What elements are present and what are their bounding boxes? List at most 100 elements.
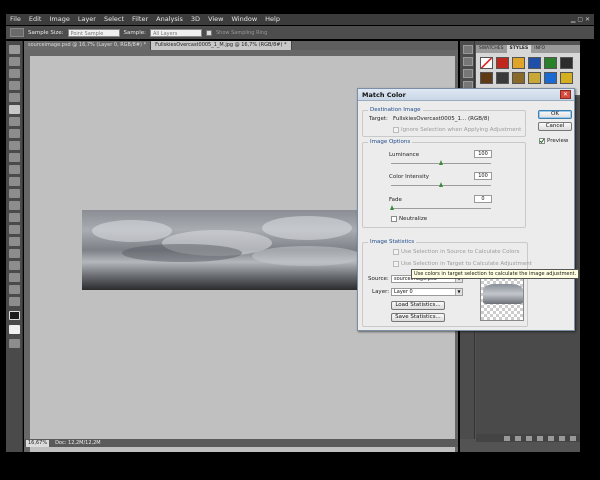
screen: File Edit Image Layer Select Filter Anal… xyxy=(0,0,600,480)
menu-window[interactable]: Window xyxy=(228,14,262,25)
marquee-tool-icon[interactable] xyxy=(9,57,20,66)
new-layer-icon[interactable] xyxy=(559,435,565,441)
fx-icon[interactable] xyxy=(515,435,521,441)
style-swatch[interactable] xyxy=(560,57,573,69)
taskbar xyxy=(0,452,600,480)
menu-select[interactable]: Select xyxy=(100,14,128,25)
layer-select[interactable]: Layer 0 ▼ xyxy=(391,288,463,296)
sample-select[interactable]: All Layers xyxy=(150,28,202,37)
dialog-titlebar[interactable]: Match Color ✕ xyxy=(358,89,574,101)
type-tool-icon[interactable] xyxy=(9,225,20,234)
image-statistics-group-title: Image Statistics xyxy=(368,239,417,245)
style-swatch[interactable] xyxy=(480,72,493,84)
adjustment-icon[interactable] xyxy=(537,435,543,441)
healing-tool-icon[interactable] xyxy=(9,117,20,126)
crop-tool-icon[interactable] xyxy=(9,93,20,102)
style-swatch[interactable] xyxy=(560,72,573,84)
ignore-selection-label: Ignore Selection when Applying Adjustmen… xyxy=(401,127,522,133)
sky-image xyxy=(82,210,382,290)
source-preview-thumbnail xyxy=(480,277,524,321)
dodge-tool-icon[interactable] xyxy=(9,201,20,210)
shape-tool-icon[interactable] xyxy=(9,249,20,258)
quick-mask-icon[interactable] xyxy=(9,339,20,348)
tab-swatches[interactable]: SWATCHES xyxy=(476,45,507,53)
hand-tool-icon[interactable] xyxy=(9,285,20,294)
tab-sourceimage[interactable]: sourceimage.psd @ 16,7% (Layer 0, RGB/8#… xyxy=(24,41,152,50)
3d-orbit-tool-icon[interactable] xyxy=(9,273,20,282)
style-swatch[interactable] xyxy=(512,72,525,84)
menu-analysis[interactable]: Analysis xyxy=(152,14,187,25)
tooltip: Use colors in target selection to calcul… xyxy=(411,269,580,279)
zoom-tool-icon[interactable] xyxy=(9,297,20,306)
3d-rotate-tool-icon[interactable] xyxy=(9,261,20,270)
menu-image[interactable]: Image xyxy=(45,14,73,25)
clone-stamp-tool-icon[interactable] xyxy=(9,141,20,150)
menu-view[interactable]: View xyxy=(204,14,227,25)
trash-icon[interactable] xyxy=(570,435,576,441)
pen-tool-icon[interactable] xyxy=(9,213,20,222)
tab-info[interactable]: INFO xyxy=(531,45,548,53)
panel-toggle-icon[interactable] xyxy=(463,69,473,78)
use-source-selection-checkbox[interactable] xyxy=(393,249,399,255)
blur-tool-icon[interactable] xyxy=(9,189,20,198)
close-icon[interactable]: ✕ xyxy=(560,90,571,99)
zoom-level[interactable]: 16,67% xyxy=(26,439,50,447)
tab-styles[interactable]: STYLES xyxy=(506,45,532,53)
eyedropper-tool-icon[interactable] xyxy=(9,105,20,114)
neutralize-checkbox[interactable] xyxy=(391,216,397,222)
use-target-selection-checkbox[interactable] xyxy=(393,261,399,267)
eyedropper-preset-icon[interactable] xyxy=(10,28,24,37)
history-brush-tool-icon[interactable] xyxy=(9,153,20,162)
style-swatch[interactable] xyxy=(496,72,509,84)
style-swatch[interactable] xyxy=(512,57,525,69)
quick-select-tool-icon[interactable] xyxy=(9,81,20,90)
window-controls[interactable]: ▁ ▢ ✕ xyxy=(571,14,590,25)
preview-checkbox[interactable] xyxy=(539,138,545,144)
menu-help[interactable]: Help xyxy=(261,14,284,25)
style-swatch[interactable] xyxy=(480,57,493,69)
tab-fullskies[interactable]: FullskiesOvercast0005_1_M.jpg @ 16,7% (R… xyxy=(151,41,292,50)
menu-filter[interactable]: Filter xyxy=(128,14,152,25)
sample-size-select[interactable]: Point Sample xyxy=(67,28,120,37)
style-swatch[interactable] xyxy=(528,72,541,84)
panel-toggle-icon[interactable] xyxy=(463,45,473,54)
ok-button[interactable]: OK xyxy=(538,110,572,119)
luminance-input[interactable]: 100 xyxy=(474,150,492,158)
fade-input[interactable]: 0 xyxy=(474,195,492,203)
color-intensity-input[interactable]: 100 xyxy=(474,172,492,180)
load-statistics-button[interactable]: Load Statistics... xyxy=(391,301,445,310)
menu-edit[interactable]: Edit xyxy=(25,14,46,25)
style-swatch[interactable] xyxy=(544,72,557,84)
menu-file[interactable]: File xyxy=(6,14,25,25)
layer-label: Layer: xyxy=(372,289,390,295)
use-source-selection-label: Use Selection in Source to Calculate Col… xyxy=(401,249,520,255)
luminance-label: Luminance xyxy=(389,152,420,158)
foreground-color-swatch[interactable] xyxy=(9,311,20,320)
eraser-tool-icon[interactable] xyxy=(9,165,20,174)
document-tabs: sourceimage.psd @ 16,7% (Layer 0, RGB/8#… xyxy=(24,41,458,50)
mask-icon[interactable] xyxy=(526,435,532,441)
menu-3d[interactable]: 3D xyxy=(187,14,204,25)
style-swatch[interactable] xyxy=(528,57,541,69)
document-info[interactable]: Doc: 12,2M/12,2M xyxy=(55,440,101,446)
show-ring-checkbox[interactable] xyxy=(206,29,212,36)
move-tool-icon[interactable] xyxy=(9,45,20,54)
cancel-button[interactable]: Cancel xyxy=(538,122,572,131)
gradient-tool-icon[interactable] xyxy=(9,177,20,186)
image-options-group-title: Image Options xyxy=(368,139,413,145)
layer-select-value: Layer 0 xyxy=(394,289,413,295)
link-icon[interactable] xyxy=(504,435,510,441)
ignore-selection-checkbox[interactable] xyxy=(393,127,399,133)
background-color-swatch[interactable] xyxy=(9,325,20,334)
lasso-tool-icon[interactable] xyxy=(9,69,20,78)
save-statistics-button[interactable]: Save Statistics... xyxy=(391,313,445,322)
fade-slider[interactable] xyxy=(391,208,491,209)
style-swatch[interactable] xyxy=(496,57,509,69)
panel-toggle-icon[interactable] xyxy=(463,57,473,66)
folder-icon[interactable] xyxy=(548,435,554,441)
menu-layer[interactable]: Layer xyxy=(74,14,100,25)
brush-tool-icon[interactable] xyxy=(9,129,20,138)
path-select-tool-icon[interactable] xyxy=(9,237,20,246)
sample-size-label: Sample Size: xyxy=(28,29,64,36)
style-swatch[interactable] xyxy=(544,57,557,69)
